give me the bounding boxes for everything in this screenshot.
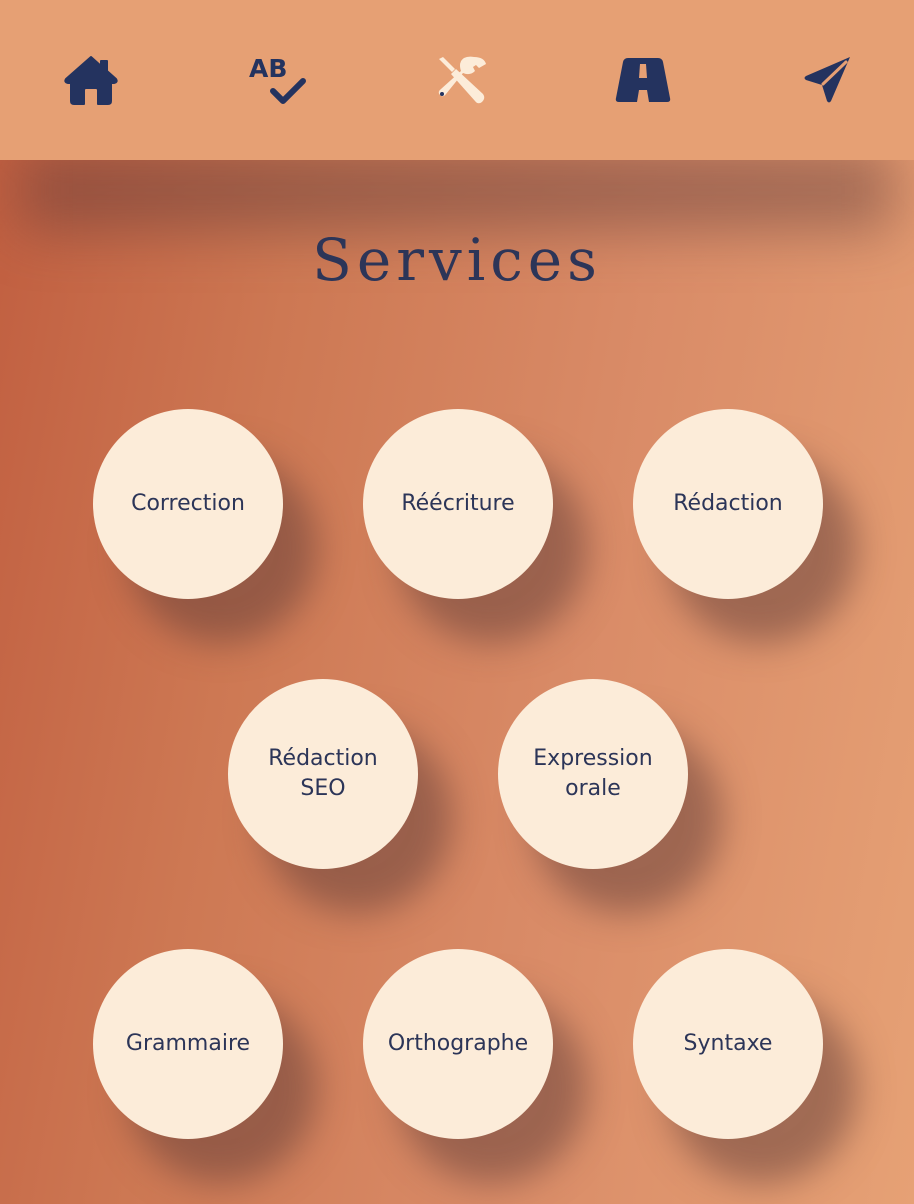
nav-spell-check-link[interactable]: AB [249,52,307,108]
top-navbar: AB [0,0,914,160]
service-reecriture-button[interactable]: Réécriture [363,409,553,599]
service-label: Rédaction [673,491,783,516]
service-label: Expression orale [533,746,653,801]
tools-icon [438,56,486,104]
service-label: Orthographe [387,1031,529,1056]
page-title: Services [312,226,602,294]
service-expression-orale-button[interactable]: Expression orale [498,679,688,869]
home-icon [64,56,118,105]
service-correction-button[interactable]: Correction [93,409,283,599]
nav-road-link[interactable] [614,52,672,108]
service-label: Grammaire [125,1031,251,1056]
nav-send-link[interactable] [799,52,857,108]
service-label: Réécriture [401,491,515,516]
service-label: Rédaction SEO [268,746,378,801]
service-syntaxe-button[interactable]: Syntaxe [633,949,823,1139]
paper-plane-icon [804,57,850,103]
service-grammaire-button[interactable]: Grammaire [93,949,283,1139]
service-redaction-seo-button[interactable]: Rédaction SEO [228,679,418,869]
navbar-shadow [20,150,894,230]
service-label: Correction [131,491,245,516]
service-redaction-button[interactable]: Rédaction [633,409,823,599]
service-orthographe-button[interactable]: Orthographe [363,949,553,1139]
nav-home-link[interactable] [62,52,120,108]
road-icon [615,58,671,102]
svg-text:AB: AB [249,54,287,83]
nav-tools-link[interactable] [432,52,490,108]
service-label: Syntaxe [683,1031,773,1056]
spell-check-icon: AB [249,54,306,104]
